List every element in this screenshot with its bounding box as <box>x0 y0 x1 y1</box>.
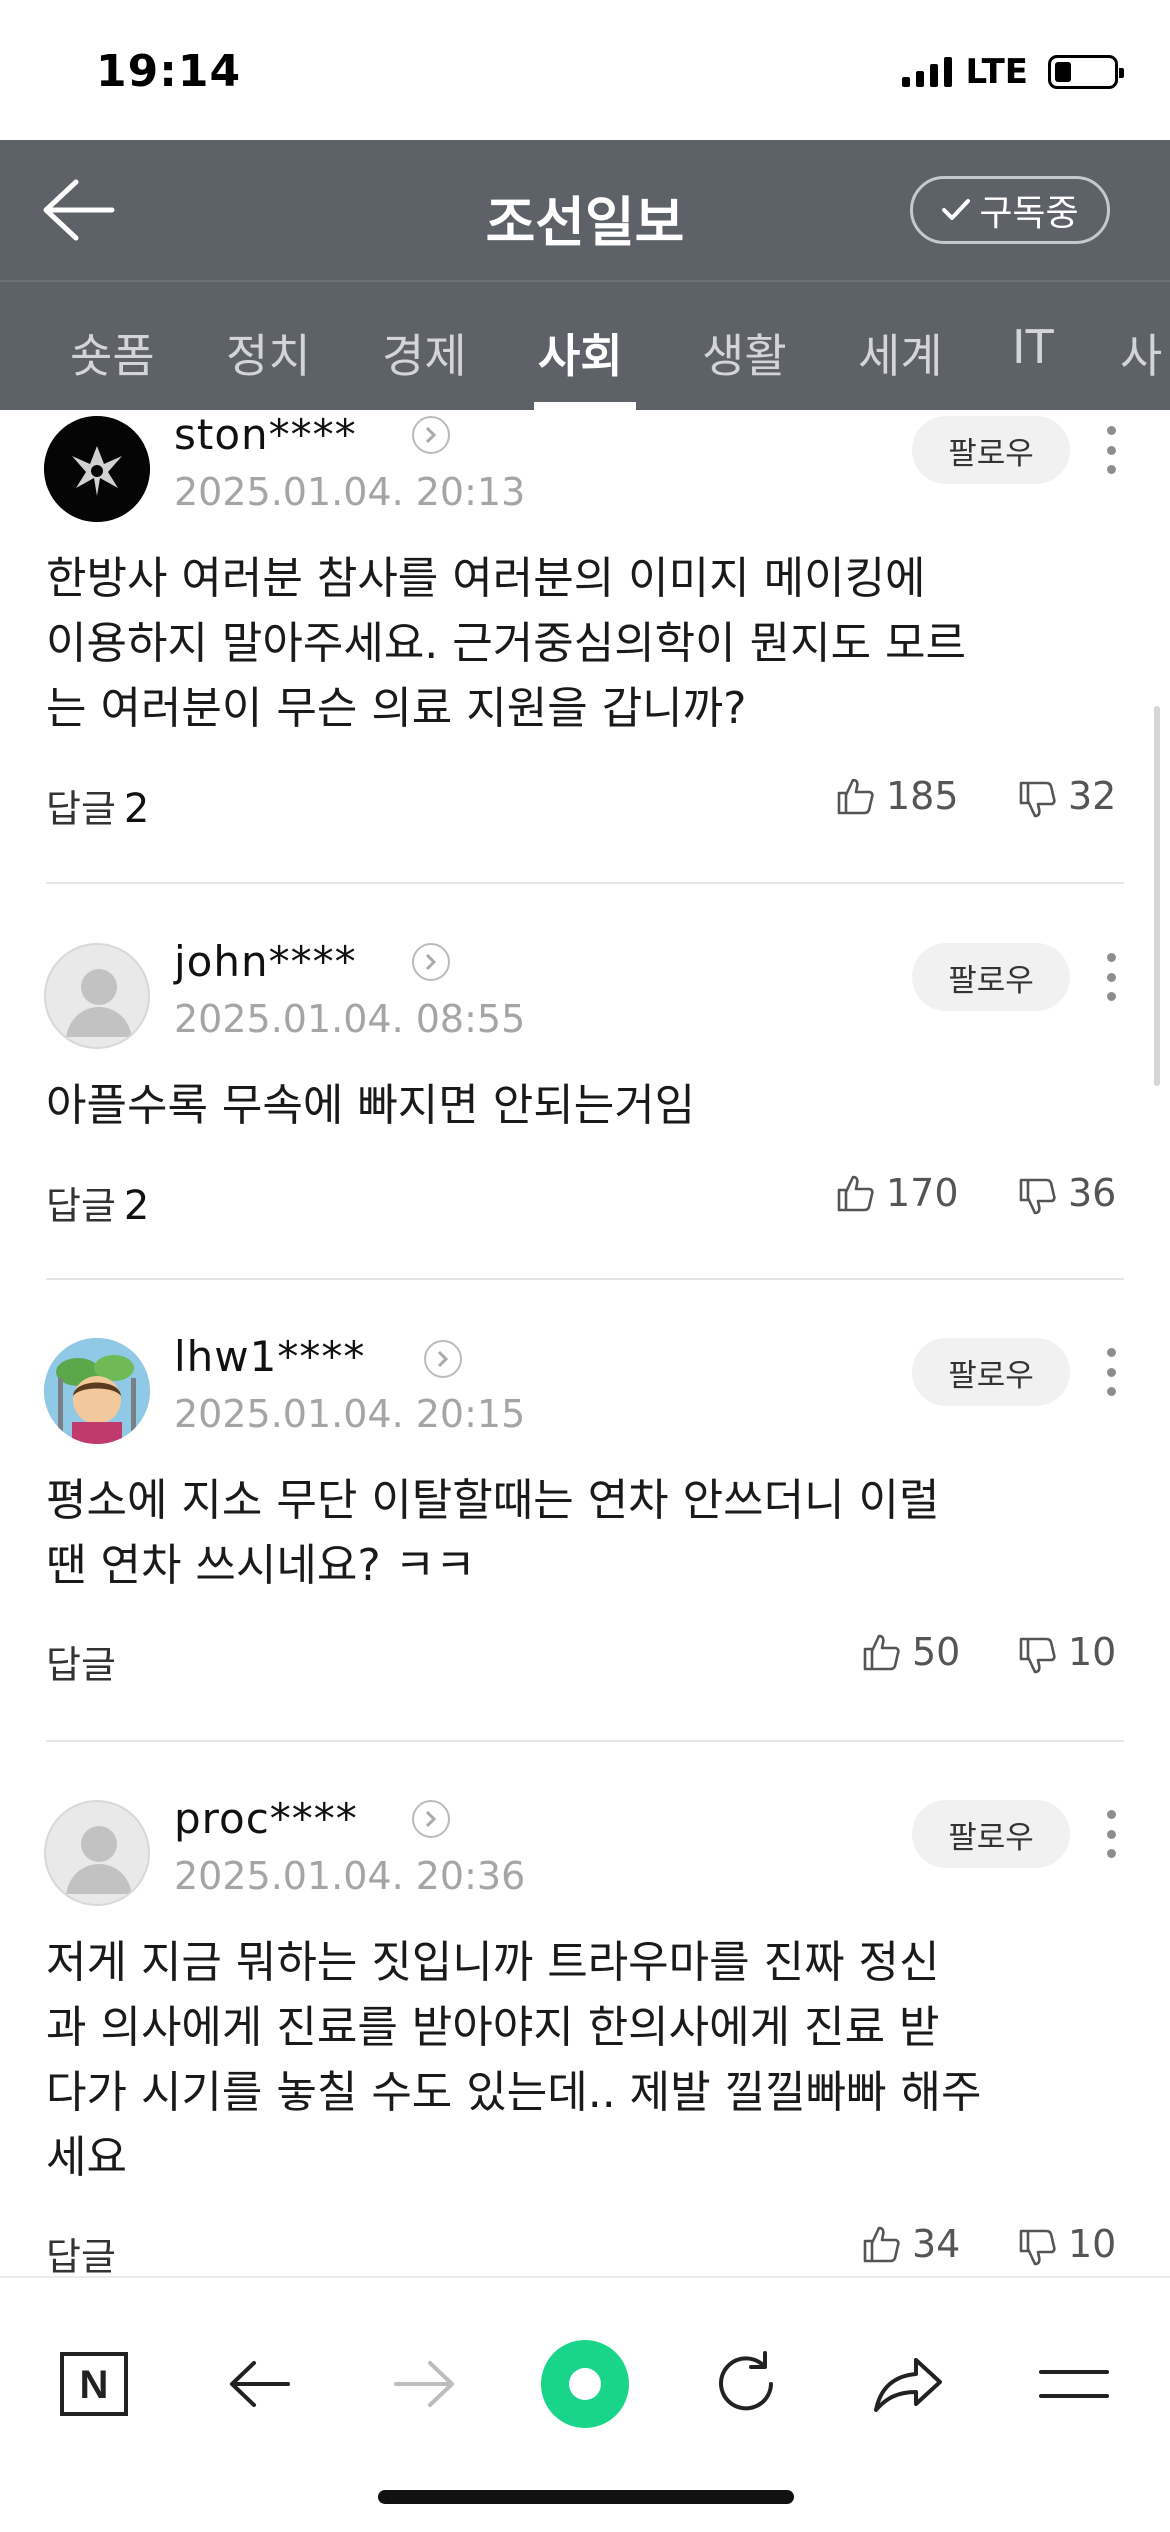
menu-icon[interactable] <box>1024 2334 1124 2434</box>
tab-politics[interactable]: 정치 <box>226 320 311 386</box>
section-tabs: 숏폼 정치 경제 사회 생활 세계 IT 사 <box>0 280 1170 410</box>
more-vertical-icon[interactable] <box>1096 947 1126 1007</box>
green-dot-icon[interactable] <box>535 2334 635 2434</box>
dislike-button[interactable]: 10 <box>1018 2222 1116 2266</box>
dislike-button[interactable]: 10 <box>1018 1630 1116 1674</box>
thumbs-down-icon <box>1019 781 1056 818</box>
reply-button[interactable]: 답글 2 <box>46 778 149 833</box>
status-bar: 19:14 LTE <box>0 0 1170 140</box>
thumbs-down-icon <box>1019 2229 1056 2266</box>
comment-list[interactable]: ston**** 2025.01.04. 20:13 팔로우 한방사 여러분 참… <box>0 410 1170 2276</box>
comment-date: 2025.01.04. 20:36 <box>174 1854 526 1898</box>
checkmark-icon <box>942 199 971 220</box>
home-indicator[interactable] <box>378 2490 794 2504</box>
username[interactable]: john**** <box>174 937 357 986</box>
profile-arrow-icon[interactable] <box>424 1340 462 1378</box>
divider <box>46 1740 1124 1742</box>
dislike-button[interactable]: 36 <box>1018 1171 1116 1215</box>
reply-button[interactable]: 답글 <box>46 1634 124 1689</box>
comment-text: 저게 지금 뭐하는 짓입니까 트라우마를 진짜 정신 과 의사에게 진료를 받아… <box>46 1937 982 2183</box>
tab-life[interactable]: 생활 <box>702 320 787 386</box>
like-button[interactable]: 50 <box>862 1630 960 1674</box>
browser-back-icon[interactable] <box>210 2334 310 2434</box>
comment-text: 평소에 지소 무단 이탈할때는 연차 안쓰더니 이럴 땐 연차 쓰시네요? ㅋㅋ <box>46 1475 940 1591</box>
subscribe-label: 구독중 <box>979 193 1079 234</box>
profile-arrow-icon[interactable] <box>412 943 450 981</box>
browser-forward-icon[interactable] <box>374 2334 474 2434</box>
refresh-icon[interactable] <box>696 2334 796 2434</box>
avatar[interactable] <box>44 1800 150 1906</box>
active-tab-indicator <box>534 402 636 410</box>
reply-button[interactable]: 답글 <box>46 2226 124 2276</box>
naver-home-icon[interactable]: N <box>44 2334 144 2434</box>
thumbs-up-icon <box>837 778 874 815</box>
like-count: 185 <box>886 774 959 818</box>
status-time: 19:14 <box>96 46 242 97</box>
follow-button[interactable]: 팔로우 <box>912 1800 1070 1868</box>
avatar[interactable] <box>44 1338 150 1444</box>
like-button[interactable]: 185 <box>836 774 959 818</box>
tab-society[interactable]: 사회 <box>538 320 623 386</box>
reply-count: 2 <box>123 1183 150 1229</box>
scrollbar[interactable] <box>1154 706 1160 1086</box>
avatar[interactable] <box>44 416 150 522</box>
profile-arrow-icon[interactable] <box>412 416 450 454</box>
username[interactable]: lhw1**** <box>174 1332 365 1381</box>
share-icon[interactable] <box>858 2334 958 2434</box>
tab-it[interactable]: IT <box>1012 320 1054 374</box>
comment-text: 한방사 여러분 참사를 여러분의 이미지 메이킹에 이용하지 말아주세요. 근거… <box>46 553 967 734</box>
like-count: 34 <box>912 2222 961 2266</box>
dislike-count: 10 <box>1068 2222 1117 2266</box>
comment-date: 2025.01.04. 08:55 <box>174 997 526 1041</box>
app-header: 조선일보 구독중 <box>0 140 1170 280</box>
tab-world[interactable]: 세계 <box>858 320 943 386</box>
divider <box>46 1278 1124 1280</box>
reply-count: 2 <box>123 786 150 832</box>
divider <box>46 882 1124 884</box>
status-indicators: LTE <box>901 52 1124 92</box>
more-vertical-icon[interactable] <box>1096 1342 1126 1402</box>
thumbs-down-icon <box>1019 1637 1056 1674</box>
like-button[interactable]: 170 <box>836 1171 959 1215</box>
dislike-button[interactable]: 32 <box>1018 774 1116 818</box>
username[interactable]: ston**** <box>174 410 357 459</box>
comment-date: 2025.01.04. 20:15 <box>174 1392 526 1436</box>
comment-date: 2025.01.04. 20:13 <box>174 470 526 514</box>
tab-more[interactable]: 사 <box>1120 320 1162 386</box>
like-button[interactable]: 34 <box>862 2222 960 2266</box>
thumbs-up-icon <box>863 2226 900 2263</box>
more-vertical-icon[interactable] <box>1096 420 1126 480</box>
follow-button[interactable]: 팔로우 <box>912 1338 1070 1406</box>
network-label: LTE <box>965 52 1028 92</box>
username[interactable]: proc**** <box>174 1794 358 1843</box>
follow-button[interactable]: 팔로우 <box>912 943 1070 1011</box>
dislike-count: 32 <box>1068 774 1117 818</box>
tab-economy[interactable]: 경제 <box>382 320 467 386</box>
thumbs-up-icon <box>837 1175 874 1212</box>
like-count: 170 <box>886 1171 959 1215</box>
thumbs-down-icon <box>1019 1178 1056 1215</box>
profile-arrow-icon[interactable] <box>412 1800 450 1838</box>
svg-text:N: N <box>80 2363 109 2407</box>
avatar[interactable] <box>44 943 150 1049</box>
thumbs-up-icon <box>863 1634 900 1671</box>
like-count: 50 <box>912 1630 961 1674</box>
comment-text: 아플수록 무속에 빠지면 안되는거임 <box>46 1080 696 1131</box>
signal-icon <box>901 57 952 87</box>
tab-shortform[interactable]: 숏폼 <box>70 320 155 386</box>
subscribe-button[interactable]: 구독중 <box>910 176 1110 244</box>
dislike-count: 36 <box>1068 1171 1117 1215</box>
battery-icon <box>1048 55 1124 89</box>
follow-button[interactable]: 팔로우 <box>912 416 1070 484</box>
dislike-count: 10 <box>1068 1630 1117 1674</box>
reply-button[interactable]: 답글 2 <box>46 1175 149 1230</box>
more-vertical-icon[interactable] <box>1096 1804 1126 1864</box>
